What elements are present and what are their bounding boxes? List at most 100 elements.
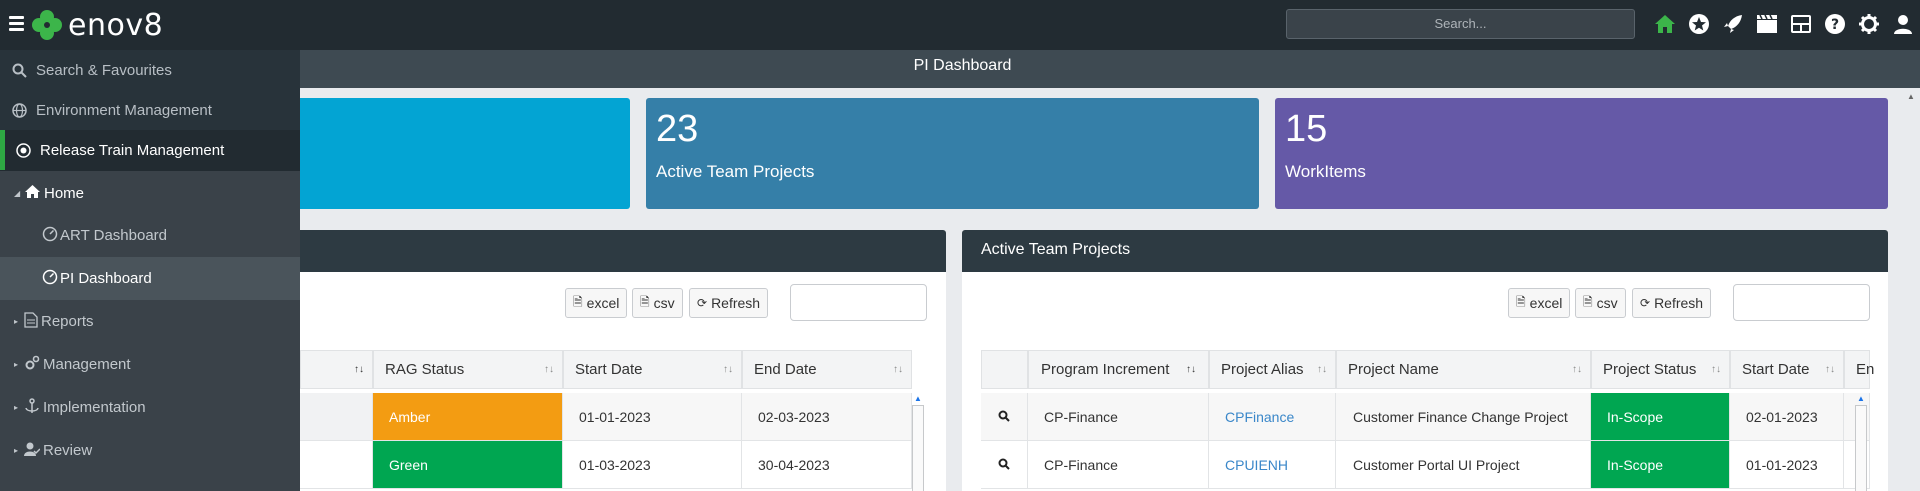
menu-item-label: PI Dashboard [60,270,152,287]
end-date-cell: 02-03-2023 [742,393,912,441]
csv-button[interactable]: 🗎 csv [632,288,683,318]
refresh-icon: ⟳ [1640,296,1651,310]
top-navbar: enov8 Search... ? [0,0,1920,50]
help-icon[interactable]: ? [1818,11,1852,37]
target-icon [12,143,34,158]
stat-card-label: WorkItems [1285,162,1366,181]
cogs-icon [24,355,40,375]
menu-item-label: Home [44,184,85,202]
panel-header [250,230,946,272]
menu-item-review[interactable]: ▸ Review [0,429,300,472]
rocket-icon[interactable] [1716,11,1750,37]
scrollbar[interactable] [1855,405,1867,491]
filter-input[interactable] [790,284,927,321]
column-header-sort[interactable]: ↑↓ [300,350,373,389]
start-date-cell: 02-01-2023 [1730,393,1844,441]
csv-label: csv [653,295,675,311]
start-date-cell: 01-01-2023 [1730,441,1844,489]
column-header-start-date[interactable]: Start Date ↑↓ [563,350,742,389]
excel-label: excel [586,295,620,311]
triangle-right-icon: ▸ [14,446,19,455]
gear-icon[interactable] [1852,11,1886,37]
clapperboard-icon[interactable] [1750,11,1784,37]
menu-item-label: Environment Management [36,101,212,119]
refresh-icon: ⟳ [697,296,708,310]
excel-button[interactable]: 🗎 excel [1508,288,1571,318]
end-date-cell: 30-04-2023 [742,441,912,489]
menu-item-management[interactable]: ▸ Management [0,343,300,386]
row-view-button[interactable] [981,441,1028,489]
stat-card-active-team-projects[interactable]: 23 Active Team Projects [646,98,1259,209]
column-header-rag-status[interactable]: RAG Status ↑↓ [373,350,563,389]
menu-item-environment-management[interactable]: Environment Management [0,90,300,130]
page-scroll-up-arrow[interactable]: ▲ [1907,92,1915,101]
program-increment-cell: CP-Finance [1028,441,1209,489]
row-view-button[interactable] [981,393,1028,441]
excel-file-icon: 🗎 [1516,294,1526,309]
project-name-cell: Customer Portal UI Project [1336,441,1591,489]
menu-item-label: Management [43,356,131,373]
refresh-label: Refresh [711,295,761,311]
document-icon [24,311,38,332]
project-alias-link[interactable]: CPUIENH [1209,441,1336,489]
anchor-icon [24,397,40,418]
column-header-end-date[interactable]: En [1844,350,1874,389]
start-date-cell: 01-01-2023 [563,393,742,441]
rag-status-cell: Green [373,441,563,489]
column-header-start-date[interactable]: Start Date ↑↓ [1730,350,1844,389]
magnifier-icon [998,410,1010,422]
magnifier-icon [998,458,1010,470]
clover-logo-icon [32,10,62,40]
hamburger-menu-icon[interactable] [9,16,24,31]
column-header-end-date[interactable]: End Date ↑↓ [742,350,912,389]
csv-file-icon: 🗎 [1583,294,1593,309]
triangle-right-icon: ▸ [14,360,19,369]
refresh-button[interactable]: ⟳ Refresh [689,288,769,318]
user-icon[interactable] [1886,11,1920,37]
dashboard-icon[interactable] [1784,11,1818,37]
scroll-up-arrow[interactable]: ▲ [1855,393,1867,405]
home-icon[interactable] [1648,11,1682,37]
menu-item-label: ART Dashboard [60,227,168,244]
triangle-right-icon: ▸ [14,317,19,326]
enov8-logo[interactable]: enov8 [30,6,163,44]
stat-card-workitems[interactable]: 15 WorkItems [1275,98,1888,209]
active-indicator [0,130,5,170]
menu-item-art-dashboard[interactable]: ART Dashboard [0,214,300,257]
scroll-up-arrow[interactable]: ▲ [912,393,924,405]
menu-item-pi-dashboard[interactable]: PI Dashboard [0,257,300,300]
house-icon [24,184,41,203]
stat-card-label: Active Team Projects [656,162,815,181]
triangle-right-icon: ▸ [14,403,19,412]
excel-label: excel [1529,295,1563,311]
menu-item-label: Review [43,442,93,459]
stat-card-value: 15 [1285,108,1328,150]
csv-button[interactable]: 🗎 csv [1575,288,1626,318]
rag-status-cell: Amber [373,393,563,441]
column-header-project-alias[interactable]: Project Alias ↑↓ [1209,350,1336,389]
menu-item-release-train-management[interactable]: Release Train Management [0,130,300,171]
scrollbar[interactable] [912,405,924,491]
logo-text: enov8 [68,7,164,43]
excel-button[interactable]: 🗎 excel [565,288,628,318]
stat-card-1[interactable] [250,98,630,209]
search-input[interactable]: Search... [1286,9,1635,39]
column-header-actions [981,350,1028,389]
table-cell [300,441,373,489]
refresh-label: Refresh [1654,295,1704,311]
table-cell [300,393,373,441]
project-status-cell: In-Scope [1591,441,1730,489]
column-header-project-status[interactable]: Project Status ↑↓ [1591,350,1730,389]
panel-title: Active Team Projects [962,230,1888,272]
column-header-project-name[interactable]: Project Name ↑↓ [1336,350,1591,389]
start-date-cell: 01-03-2023 [563,441,742,489]
refresh-button[interactable]: ⟳ Refresh [1632,288,1712,318]
star-icon[interactable] [1682,11,1716,37]
filter-input[interactable] [1733,284,1870,321]
project-alias-link[interactable]: CPFinance [1209,393,1336,441]
menu-item-home[interactable]: ◢ Home [0,172,300,214]
menu-item-reports[interactable]: ▸ Reports [0,300,300,343]
menu-item-search-favourites[interactable]: Search & Favourites [0,50,300,90]
column-header-program-increment[interactable]: Program Increment ↑↓ [1028,350,1209,389]
menu-item-implementation[interactable]: ▸ Implementation [0,386,300,429]
